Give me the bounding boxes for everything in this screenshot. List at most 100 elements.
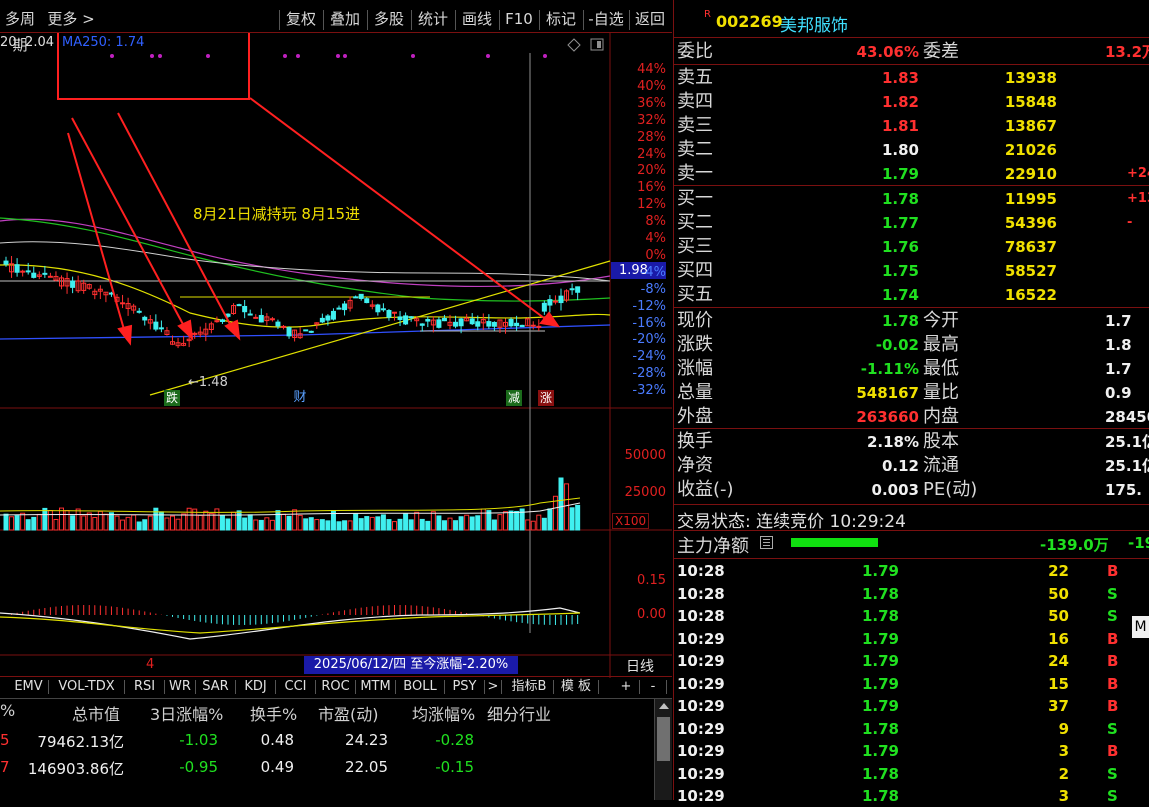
indicator-tab[interactable]: 指标B — [506, 677, 552, 697]
tick-row[interactable]: 10:29 1.78 9 S — [677, 718, 1147, 740]
scroll-up-icon[interactable] — [659, 703, 669, 709]
indicator-tab[interactable]: RSI — [126, 677, 163, 697]
toolbar-mark-button[interactable]: 标记 — [541, 6, 581, 32]
bid-row[interactable]: 买一 1.78 11995 +13 — [677, 187, 1149, 211]
date-axis-marker: 4 — [146, 657, 155, 672]
indicator-tab[interactable]: ROC — [317, 677, 354, 697]
cell-pe: 24.23 — [345, 731, 388, 749]
indicator-tab[interactable]: SAR — [197, 677, 234, 697]
indicator-tab[interactable]: BOLL — [397, 677, 443, 697]
ask-row[interactable]: 卖五 1.83 13938 — [677, 66, 1147, 90]
price-axis-label: 32% — [637, 112, 666, 128]
toolbar-f10-button[interactable]: F10 — [501, 6, 537, 32]
volume-bar — [64, 510, 70, 531]
tick-side: S — [1107, 764, 1118, 783]
tick-row[interactable]: 10:29 1.79 16 B — [677, 628, 1147, 650]
chart-panel[interactable]: 多周期 更多 > 复权 叠加 多股 统计 画线 F10 标记 -自选 返回 20… — [0, 0, 672, 800]
toolbar-multistock-button[interactable]: 多股 — [369, 6, 409, 32]
tick-row[interactable]: 10:29 1.79 37 B — [677, 695, 1147, 717]
candle-body — [375, 304, 381, 313]
tick-price: 1.78 — [861, 607, 899, 625]
ask-row[interactable]: 卖二 1.80 21026 — [677, 138, 1147, 162]
toolbar-draw-button[interactable]: 画线 — [457, 6, 497, 32]
candle-body — [392, 311, 397, 314]
price-axis-label: 0% — [645, 247, 666, 263]
indicator-tab[interactable]: WR — [166, 677, 194, 697]
volume-bar — [136, 521, 142, 531]
volume-bar — [258, 519, 264, 531]
stat-label: 现价 — [677, 310, 713, 331]
tick-row[interactable]: 10:28 1.78 50 S — [677, 583, 1147, 605]
col-header-avg[interactable]: 均涨幅% — [412, 701, 475, 725]
volume-bar — [347, 520, 353, 531]
event-tag-drop[interactable]: 跌 — [164, 390, 180, 406]
volume-axis-label: 25000 — [624, 485, 666, 500]
volume-bar — [547, 508, 553, 531]
indicator-tab[interactable]: VOL-TDX — [50, 677, 123, 697]
tick-row[interactable]: 10:28 1.78 50 S — [677, 605, 1147, 627]
bid-row[interactable]: 买二 1.77 54396 - — [677, 211, 1147, 235]
toolbar-watchlist-button[interactable]: -自选 — [585, 6, 627, 32]
tick-side: B — [1107, 629, 1119, 648]
indicator-tab[interactable]: 模 板 — [555, 677, 597, 697]
tick-row[interactable]: 10:28 1.79 22 B — [677, 560, 1147, 582]
indicator-tab[interactable]: + — [614, 677, 638, 697]
tick-row[interactable]: 10:29 1.78 2 S — [677, 763, 1147, 785]
col-header-industry[interactable]: 细分行业 — [487, 701, 551, 725]
volume-bar — [469, 516, 475, 531]
event-tag-finance[interactable]: 财 — [292, 390, 308, 406]
macd-dea-line — [0, 612, 581, 634]
toolbar-back-button[interactable]: 返回 — [631, 6, 669, 32]
tick-row[interactable]: 10:29 1.78 3 S — [677, 785, 1147, 807]
tick-side: B — [1107, 742, 1119, 760]
col-header-pe[interactable]: 市盈(动) — [318, 701, 379, 725]
volume-bar — [386, 519, 392, 531]
bid-row[interactable]: 买五 1.74 16522 — [677, 283, 1147, 307]
table-scrollbar[interactable] — [654, 699, 672, 800]
indicator-tab[interactable]: MTM — [357, 677, 394, 697]
col-header-chg3[interactable]: 3日涨幅% — [150, 701, 223, 725]
toolbar-stats-button[interactable]: 统计 — [413, 6, 453, 32]
col-header-pct[interactable]: % — [0, 701, 15, 720]
candle-body — [303, 329, 309, 332]
indicator-tab[interactable]: PSY — [446, 677, 483, 697]
stat-row: 总量 548167 量比 0.9 — [677, 381, 1147, 405]
ask-row[interactable]: 卖四 1.82 15848 — [677, 90, 1147, 114]
stat-row: 换手 2.18%股本 25.1亿 — [677, 430, 1149, 454]
col-header-turnover[interactable]: 换手% — [250, 701, 297, 725]
indicator-tab[interactable]: > — [486, 677, 500, 697]
list-icon[interactable] — [760, 536, 773, 549]
price-axis-label: 4% — [645, 231, 666, 246]
toolbar-overlay-button[interactable]: 叠加 — [325, 6, 365, 32]
toolbar-fuquan-button[interactable]: 复权 — [281, 6, 321, 32]
volume-bar — [142, 519, 148, 531]
low-price-label: ←1.48 — [188, 375, 228, 390]
tick-volume: 15 — [1048, 674, 1069, 693]
more-menu[interactable]: 更多 > — [46, 6, 96, 32]
bid-row[interactable]: 买四 1.75 58527 — [677, 259, 1147, 283]
indicator-tab[interactable]: - — [641, 677, 665, 697]
event-tag-rise[interactable]: 涨 — [538, 390, 554, 406]
stat-row: 涨幅 -1.11% 最低 1.7 — [677, 357, 1147, 381]
event-tag-reduce[interactable]: 减 — [506, 390, 522, 406]
candle-body — [380, 308, 386, 311]
tick-row[interactable]: 10:29 1.79 24 B — [677, 650, 1147, 672]
tick-row[interactable]: 10:29 1.79 3 B — [677, 740, 1147, 762]
indicator-tab[interactable]: CCI — [277, 677, 314, 697]
col-header-mcap[interactable]: 总市值 — [72, 701, 120, 725]
period-menu[interactable]: 多周期 — [0, 6, 40, 54]
kline-chart[interactable] — [0, 33, 672, 678]
candle-body — [425, 319, 431, 322]
tick-price: 1.79 — [861, 697, 899, 715]
indicator-tab[interactable]: KDJ — [237, 677, 274, 697]
ask-row[interactable]: 卖三 1.81 13867 — [677, 114, 1147, 138]
scroll-thumb[interactable] — [657, 717, 670, 761]
candle-body — [136, 310, 142, 313]
indicator-tab[interactable]: EMV — [10, 677, 47, 697]
tick-volume: 9 — [1058, 719, 1069, 738]
tick-row[interactable]: 10:29 1.79 15 B — [677, 673, 1147, 695]
period-label[interactable]: 日线 — [611, 656, 669, 676]
ask-row[interactable]: 卖一 1.79 22910 +24 — [677, 162, 1149, 186]
annotation-text: 8月21日减持玩 8月15进 — [193, 205, 361, 223]
bid-row[interactable]: 买三 1.76 78637 — [677, 235, 1147, 259]
